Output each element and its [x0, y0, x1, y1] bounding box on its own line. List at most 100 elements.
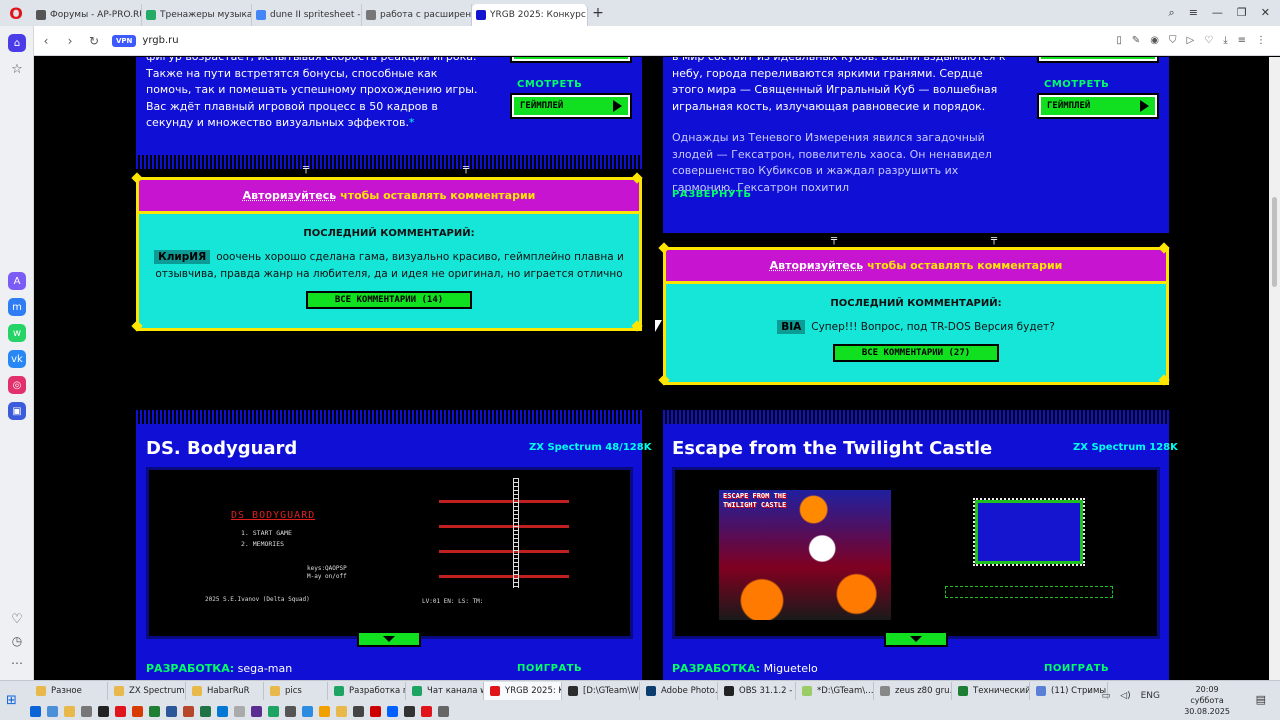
taskbar-item[interactable]: Adobe Photo… — [640, 682, 718, 700]
taskbar-item[interactable]: HabarRuR — [186, 682, 264, 700]
tab-dune-search[interactable]: dune II spritesheet - Пои… — [252, 3, 362, 26]
game-title[interactable]: Escape from the Twilight Castle — [672, 438, 992, 459]
opera-logo-icon[interactable]: O — [0, 0, 32, 26]
taskbar-item[interactable]: *D:\GTeam\… — [796, 682, 874, 700]
player-icon[interactable]: ▣ — [8, 402, 26, 420]
scrollbar-thumb[interactable] — [1272, 197, 1277, 287]
login-link[interactable]: Авторизуйтесь — [770, 259, 864, 272]
close-icon[interactable]: ✕ — [1261, 6, 1270, 20]
taskbar-item[interactable]: Технический… — [952, 682, 1030, 700]
app-icon[interactable] — [268, 705, 279, 717]
reload-icon[interactable]: ↻ — [82, 34, 106, 48]
app-icon[interactable] — [200, 705, 211, 717]
clock[interactable]: 20:09 суббота 30.08.2025 — [1184, 684, 1230, 717]
game-title[interactable]: DS. Bodyguard — [146, 438, 297, 459]
tab-work[interactable]: работа с расширенной… — [362, 3, 472, 26]
url-field[interactable]: yrgb.ru — [142, 35, 178, 46]
developer-name[interactable]: Miguetelo — [764, 662, 818, 675]
app-icon[interactable] — [421, 705, 432, 717]
search-icon[interactable]: ⌕ — [1169, 6, 1175, 20]
taskbar-item[interactable]: zeus z80 gru… — [874, 682, 952, 700]
all-comments-button[interactable]: ВСЕ КОММЕНТАРИИ (14) — [306, 291, 472, 309]
network-icon[interactable]: ▭ — [1102, 691, 1111, 701]
taskbar-item[interactable]: pics — [264, 682, 328, 700]
app-icon[interactable] — [98, 705, 109, 717]
app-icon[interactable] — [166, 705, 177, 717]
taskbar-item[interactable]: Разное — [30, 682, 108, 700]
game-screenshot[interactable]: ESCAPE FROM THE TWILIGHT CASTLE — [672, 467, 1160, 639]
chevron-up-icon[interactable]: ˄ — [1087, 691, 1092, 701]
tab-menu-icon[interactable]: ≡ — [1189, 6, 1198, 20]
taskbar-item[interactable]: Разработка п… — [328, 682, 406, 700]
star-icon[interactable]: ☆ — [8, 60, 26, 78]
gameplay-button[interactable]: ГЕЙМПЛЕЙ — [1037, 93, 1159, 119]
more-icon[interactable]: ⋯ — [8, 654, 26, 672]
app-icon[interactable] — [217, 705, 228, 717]
reader-icon[interactable]: ▯ — [1116, 35, 1122, 46]
app-icon[interactable] — [319, 705, 330, 717]
tab-forums[interactable]: Форумы - AP-PRO.RU — [32, 3, 142, 26]
notifications-icon[interactable]: ▤ — [1256, 693, 1266, 706]
app-icon[interactable] — [387, 705, 398, 717]
aria-icon[interactable]: A — [8, 272, 26, 290]
back-icon[interactable]: ‹ — [34, 34, 58, 48]
instagram-icon[interactable]: ◎ — [8, 376, 26, 394]
app-icon[interactable] — [47, 705, 58, 717]
login-link[interactable]: Авторизуйтесь — [243, 189, 337, 202]
messenger-icon[interactable]: m — [8, 298, 26, 316]
app-icon[interactable] — [234, 705, 245, 717]
app-icon[interactable] — [183, 705, 194, 717]
gameplay-button[interactable]: ГЕЙМПЛЕЙ — [510, 93, 632, 119]
app-icon[interactable] — [285, 705, 296, 717]
play-label[interactable]: ПОИГРАТЬ — [1044, 663, 1109, 674]
forward-icon[interactable]: › — [58, 34, 82, 48]
shield-icon[interactable]: ⛉ — [1169, 35, 1177, 46]
app-icon[interactable] — [81, 705, 92, 717]
taskbar-item[interactable]: YRGB 2025: K… — [484, 682, 562, 700]
download-icon[interactable]: ⤓ — [1223, 35, 1227, 46]
app-icon[interactable] — [353, 705, 364, 717]
app-icon[interactable] — [251, 705, 262, 717]
app-icon[interactable] — [64, 705, 75, 717]
vk-icon[interactable]: vk — [8, 350, 26, 368]
language-indicator[interactable]: ENG — [1141, 691, 1160, 701]
gameplay-button-partial[interactable] — [1037, 57, 1159, 63]
taskbar-item[interactable]: [D:\GTeam\W… — [562, 682, 640, 700]
heart-icon[interactable]: ♡ — [1204, 35, 1213, 46]
app-icon[interactable] — [438, 705, 449, 717]
app-icon[interactable] — [302, 705, 313, 717]
volume-icon[interactable]: ◁) — [1120, 691, 1130, 701]
expand-link[interactable]: РАЗВЕРНУТЬ — [672, 189, 751, 200]
heart-icon[interactable]: ♡ — [8, 610, 26, 628]
new-tab-button[interactable]: + — [588, 5, 608, 21]
all-comments-button[interactable]: ВСЕ КОММЕНТАРИИ (27) — [833, 344, 999, 362]
tab-trainers[interactable]: Тренажеры музыкально… — [142, 3, 252, 26]
camera-icon[interactable]: ◉ — [1150, 35, 1159, 46]
whatsapp-icon[interactable]: w — [8, 324, 26, 342]
menu-icon[interactable]: ≡ — [1238, 35, 1246, 46]
taskbar-item[interactable]: Чат канала w… — [406, 682, 484, 700]
taskbar-item[interactable]: OBS 31.1.2 - … — [718, 682, 796, 700]
settings-icon[interactable]: ⋮ — [1256, 35, 1266, 46]
gameplay-button-partial[interactable] — [510, 57, 632, 63]
app-icon[interactable] — [115, 705, 126, 717]
page-scrollbar[interactable] — [1269, 57, 1280, 680]
app-icon[interactable] — [336, 705, 347, 717]
developer-name[interactable]: sega-man — [238, 662, 293, 675]
comment-author[interactable]: BIA — [777, 320, 806, 334]
vpn-badge[interactable]: VPN — [112, 34, 137, 47]
edit-icon[interactable]: ✎ — [1132, 35, 1140, 46]
tab-yrgb[interactable]: YRGB 2025: Конкурс разр…✕ — [472, 3, 588, 26]
minimize-icon[interactable]: — — [1212, 6, 1223, 20]
comment-author[interactable]: КлирИЯ — [154, 250, 211, 264]
app-icon[interactable] — [30, 705, 41, 717]
app-icon[interactable] — [132, 705, 143, 717]
expand-down-button[interactable] — [357, 631, 421, 647]
taskbar-item[interactable]: ZX Spectrum — [108, 682, 186, 700]
windows-start-icon[interactable]: ⊞ — [6, 693, 17, 708]
expand-down-button[interactable] — [884, 631, 948, 647]
app-icon[interactable] — [149, 705, 160, 717]
app-icon[interactable] — [404, 705, 415, 717]
app-icon[interactable] — [370, 705, 381, 717]
history-icon[interactable]: ◷ — [8, 632, 26, 650]
